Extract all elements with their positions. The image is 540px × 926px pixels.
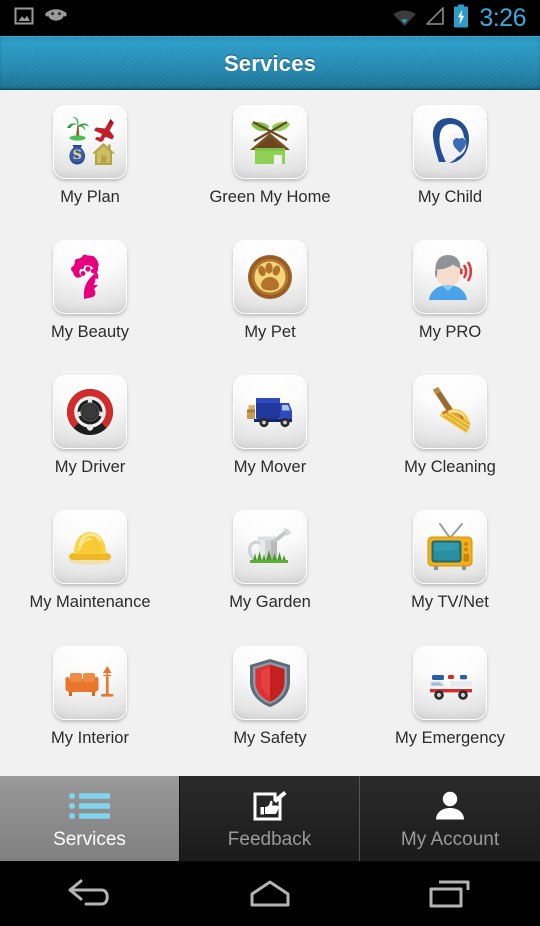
status-bar-right-icons: 3:26	[392, 4, 532, 33]
service-label: My Plan	[60, 188, 120, 206]
services-grid-container: S My Plan Green My Home My Child My Beau…	[0, 90, 540, 776]
bottom-tab-bar: Services Feedback My Account	[0, 776, 540, 861]
cellular-signal-icon	[424, 5, 446, 32]
service-label: My Beauty	[51, 323, 129, 341]
app-title-bar: Services	[0, 36, 540, 90]
grid-row: My Maintenance My Garden My TV/Net	[0, 505, 540, 641]
service-label: Green My Home	[209, 188, 331, 206]
tab-label: Services	[53, 828, 126, 850]
service-item-my-pet[interactable]: My Pet	[180, 235, 360, 370]
my-interior-icon	[53, 646, 127, 720]
service-item-my-maintenance[interactable]: My Maintenance	[0, 505, 180, 641]
tab-label: My Account	[400, 828, 500, 850]
my-driver-icon	[53, 375, 127, 449]
service-label: My Driver	[54, 458, 126, 476]
service-item-my-pro[interactable]: My PRO	[360, 235, 540, 370]
service-label: My Cleaning	[404, 458, 496, 476]
service-item-my-safety[interactable]: My Safety	[180, 641, 360, 776]
svg-text:S: S	[73, 148, 82, 163]
service-label: My Safety	[233, 729, 307, 747]
service-item-green-my-home[interactable]: Green My Home	[180, 100, 360, 235]
back-icon[interactable]	[35, 871, 145, 917]
my-safety-icon	[233, 646, 307, 720]
my-cleaning-icon	[413, 375, 487, 449]
my-mover-icon	[233, 375, 307, 449]
service-label: My Maintenance	[29, 593, 151, 611]
phone-screen: 3:26 Services S My Plan Green My Home My…	[0, 0, 540, 926]
cyanogenmod-android-icon	[44, 7, 68, 30]
grid-row: My Beauty My Pet My PRO	[0, 235, 540, 370]
my-plan-icon: S	[53, 105, 127, 179]
android-navigation-bar	[0, 861, 540, 926]
service-label: My Child	[417, 188, 483, 206]
service-label: My PRO	[418, 323, 482, 341]
tab-feedback[interactable]: Feedback	[180, 776, 360, 861]
screenshot-icon	[14, 6, 34, 31]
service-item-my-interior[interactable]: My Interior	[0, 641, 180, 776]
service-label: My Mover	[233, 458, 307, 476]
tab-my-account[interactable]: My Account	[360, 776, 540, 861]
grid-row: My Driver My Mover My Cleaning	[0, 370, 540, 505]
service-item-my-driver[interactable]: My Driver	[0, 370, 180, 505]
service-item-my-child[interactable]: My Child	[360, 100, 540, 235]
my-pet-icon	[233, 240, 307, 314]
feedback-icon	[253, 789, 287, 823]
my-maintenance-icon	[53, 510, 127, 584]
service-item-my-plan[interactable]: S My Plan	[0, 100, 180, 235]
service-item-my-emergency[interactable]: My Emergency	[360, 641, 540, 776]
status-bar-clock: 3:26	[479, 3, 526, 32]
service-label: My Pet	[244, 323, 296, 341]
service-item-my-beauty[interactable]: My Beauty	[0, 235, 180, 370]
grid-row: My Interior My Safety My Emergency	[0, 641, 540, 776]
my-emergency-icon	[413, 646, 487, 720]
my-garden-icon	[233, 510, 307, 584]
my-beauty-icon	[53, 240, 127, 314]
service-label: My Interior	[51, 729, 129, 747]
service-item-my-garden[interactable]: My Garden	[180, 505, 360, 641]
service-item-my-tv-net[interactable]: My TV/Net	[360, 505, 540, 641]
service-label: My Emergency	[394, 729, 506, 747]
list-icon	[68, 789, 112, 823]
person-icon	[434, 789, 466, 823]
green-my-home-icon	[233, 105, 307, 179]
my-child-icon	[413, 105, 487, 179]
my-tv-net-icon	[413, 510, 487, 584]
status-bar: 3:26	[0, 0, 540, 36]
status-bar-left-icons	[8, 6, 68, 31]
tab-label: Feedback	[227, 828, 312, 850]
tab-services[interactable]: Services	[0, 776, 180, 861]
recents-icon[interactable]	[395, 871, 505, 917]
battery-charging-icon	[453, 4, 469, 33]
grid-row: S My Plan Green My Home My Child	[0, 100, 540, 235]
service-item-my-cleaning[interactable]: My Cleaning	[360, 370, 540, 505]
services-grid: S My Plan Green My Home My Child My Beau…	[0, 100, 540, 776]
home-icon[interactable]	[215, 871, 325, 917]
service-item-my-mover[interactable]: My Mover	[180, 370, 360, 505]
page-title: Services	[223, 50, 317, 76]
service-label: My TV/Net	[411, 593, 489, 611]
my-pro-icon	[413, 240, 487, 314]
service-label: My Garden	[229, 593, 311, 611]
wifi-icon	[392, 5, 417, 32]
